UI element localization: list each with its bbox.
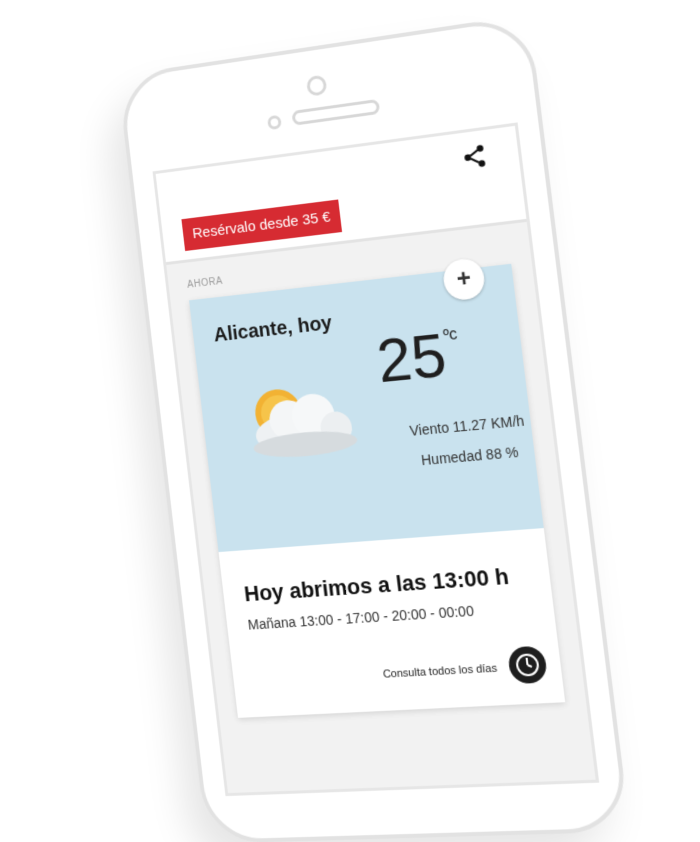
weather-panel: + Alicante, hoy 25ºc Viento 11.27 KM/h H… — [189, 256, 544, 553]
plus-icon[interactable]: + — [441, 256, 487, 302]
stage: Resérvalo desde 35 € AHORA + Alicante, h… — [0, 0, 700, 842]
share-icon[interactable] — [460, 142, 489, 172]
sensor-dot — [267, 114, 282, 131]
main-content: AHORA + Alicante, hoy 25ºc Viento 11.27 … — [166, 222, 588, 736]
temperature-unit: ºc — [442, 325, 459, 345]
earpiece-speaker — [291, 98, 381, 126]
weather-hours-card: + Alicante, hoy 25ºc Viento 11.27 KM/h H… — [189, 256, 566, 718]
phone-screen: Resérvalo desde 35 € AHORA + Alicante, h… — [152, 122, 600, 797]
opening-tomorrow: Mañana 13:00 - 17:00 - 20:00 - 00:00 — [246, 602, 475, 633]
opening-today: Hoy abrimos a las 13:00 h — [242, 563, 511, 607]
reserve-button[interactable]: Resérvalo desde 35 € — [181, 199, 343, 252]
humidity: Humedad 88 % — [420, 443, 520, 469]
temperature: 25ºc — [373, 320, 464, 397]
city-today: Alicante, hoy — [212, 312, 334, 347]
front-camera — [305, 74, 328, 97]
partly-cloudy-icon — [252, 387, 359, 461]
clock-icon[interactable] — [506, 645, 549, 685]
all-days-link[interactable]: Consulta todos los días — [382, 663, 498, 681]
wind-speed: Viento 11.27 KM/h — [408, 412, 526, 439]
opening-hours: Hoy abrimos a las 13:00 h Mañana 13:00 -… — [218, 528, 566, 718]
phone-frame: Resérvalo desde 35 € AHORA + Alicante, h… — [117, 13, 631, 842]
temperature-value: 25 — [373, 320, 450, 397]
